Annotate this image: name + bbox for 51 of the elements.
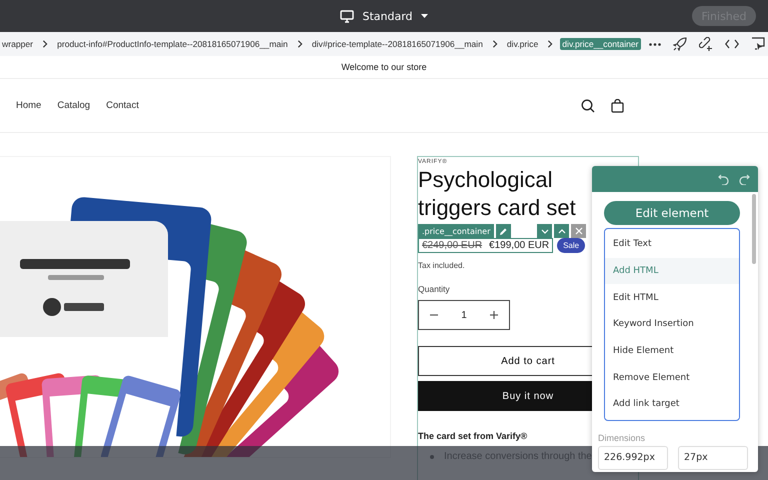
chevron-icon <box>41 38 50 50</box>
nav-link[interactable]: Catalog <box>57 100 90 111</box>
close-icon <box>574 227 583 235</box>
announcement-text: Welcome to our store <box>341 62 427 72</box>
move-down-button[interactable] <box>537 224 552 238</box>
plus-icon <box>490 311 498 319</box>
increase-button[interactable] <box>490 311 498 319</box>
bag-icon[interactable] <box>611 98 624 112</box>
breadcrumb-item[interactable]: product-info#ProductInfo-template--20818165071906__main <box>55 38 290 50</box>
sale-badge: Sale <box>557 238 586 253</box>
width-field[interactable]: 226.992px <box>598 446 668 470</box>
chevron-icon <box>490 38 499 50</box>
rocket-icon[interactable] <box>672 37 687 51</box>
device-selector[interactable]: Standard <box>334 8 434 24</box>
move-up-button[interactable] <box>554 224 570 238</box>
nav-link[interactable]: Contact <box>106 100 139 111</box>
scrollbar[interactable] <box>752 194 756 264</box>
nav-link[interactable]: Home <box>16 100 42 111</box>
sale-price: €199,00 EUR <box>489 240 550 251</box>
quantity-field[interactable]: 1 <box>418 300 510 330</box>
more-icon[interactable] <box>648 42 661 46</box>
link-plus-icon[interactable] <box>698 37 713 51</box>
minus-icon <box>430 314 438 316</box>
breadcrumb-item[interactable]: wrapper <box>0 38 36 50</box>
code-icon[interactable] <box>724 39 739 49</box>
edit-button[interactable] <box>496 224 512 238</box>
breadcrumb-item[interactable]: div#price-template--20818165071906__main <box>310 38 485 50</box>
close-button[interactable] <box>571 224 586 238</box>
edit-element-button[interactable]: Edit element <box>604 201 740 225</box>
chevron-icon <box>296 38 304 50</box>
chevron-down-icon <box>540 228 549 234</box>
chevron-icon <box>546 38 554 50</box>
selection-label[interactable]: .price__container <box>418 224 494 238</box>
description-heading: The card set from Varify® <box>418 431 528 441</box>
product-title: Psychological triggers card set <box>418 166 577 222</box>
screen-cursor-icon[interactable] <box>750 37 765 51</box>
quantity-label: Quantity <box>418 284 450 294</box>
menu-item[interactable]: Add HTML <box>605 258 739 284</box>
compare-price: €249,00 EUR <box>422 240 482 251</box>
chevron-up-icon <box>558 228 566 234</box>
undo-icon[interactable] <box>718 174 729 184</box>
caret-icon <box>420 14 428 18</box>
height-field[interactable]: 27px <box>678 446 748 470</box>
monitor-icon <box>340 10 354 22</box>
redo-icon[interactable] <box>739 174 750 184</box>
breadcrumb-item[interactable]: div.price__container <box>560 38 641 50</box>
breadcrumb-item[interactable]: div.price <box>504 38 540 50</box>
pencil-icon <box>499 226 508 236</box>
tax-note: Tax included. <box>418 261 465 270</box>
dimensions-label: Dimensions <box>598 432 646 443</box>
search-icon[interactable] <box>581 98 595 112</box>
